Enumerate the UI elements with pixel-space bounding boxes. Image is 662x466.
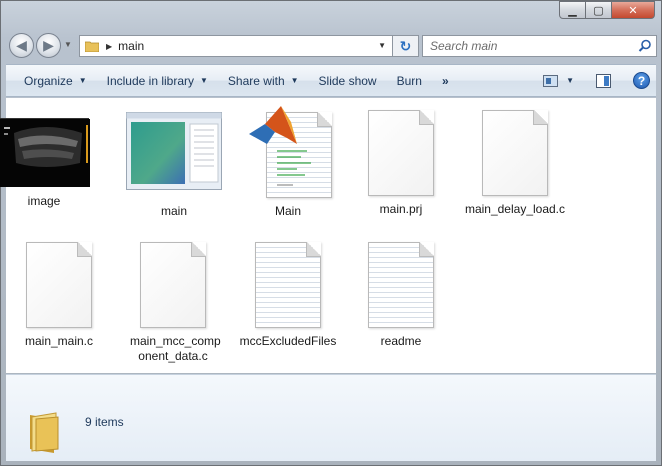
refresh-icon: ↻ [399, 37, 412, 54]
recent-pages-dropdown[interactable]: ▼ [64, 40, 72, 49]
more-commands-button[interactable]: » [432, 65, 458, 96]
share-with-label: Share with [227, 73, 285, 88]
command-bar-right: ▼ ? [543, 65, 650, 96]
file-item-main-main[interactable]: main_main.c [3, 242, 115, 349]
search-box[interactable] [422, 35, 657, 57]
refresh-button[interactable]: ↻ [393, 35, 419, 57]
file-name: main [160, 204, 187, 218]
burn-label: Burn [396, 73, 422, 88]
back-arrow-icon: ◀ [16, 37, 27, 53]
file-name: image [27, 194, 61, 208]
file-name: readme [380, 334, 422, 348]
include-in-library-menu[interactable]: Include in library ▼ [97, 65, 218, 96]
blank-document-icon [26, 242, 92, 328]
search-icon[interactable] [638, 39, 652, 53]
text-document-icon [255, 242, 321, 328]
share-with-menu[interactable]: Share with ▼ [218, 65, 309, 96]
back-button[interactable]: ◀ [9, 33, 34, 58]
chevron-down-icon: ▼ [290, 76, 299, 85]
organize-label: Organize [24, 73, 73, 88]
image-thumbnail-icon [0, 118, 90, 187]
file-name: mccExcludedFiles [239, 334, 337, 348]
file-item-mccexcludedfiles[interactable]: mccExcludedFiles [232, 242, 344, 349]
address-dropdown-icon[interactable]: ▼ [378, 41, 386, 50]
more-icon: » [441, 73, 449, 88]
include-in-library-label: Include in library [106, 73, 194, 88]
breadcrumb-separator-icon[interactable]: ▶ [106, 42, 112, 51]
preview-pane-icon[interactable] [596, 73, 611, 88]
blank-document-icon [140, 242, 206, 328]
file-name: main_main.c [24, 334, 94, 348]
matlab-file-thumbnail-icon [243, 104, 333, 198]
slide-show-button[interactable]: Slide show [309, 65, 387, 96]
help-icon[interactable]: ? [633, 72, 650, 89]
blank-document-icon [482, 110, 548, 196]
minimize-button[interactable]: ▁ [559, 1, 586, 19]
file-name: main_delay_load.c [464, 202, 566, 216]
file-item-image[interactable]: image [0, 118, 100, 209]
forward-arrow-icon: ▶ [43, 37, 54, 53]
file-name: main_mcc_comp onent_data.c [130, 334, 221, 363]
file-item-main-fig[interactable]: main [118, 112, 230, 219]
file-name: Main [274, 204, 301, 218]
close-button[interactable]: ✕ [611, 1, 655, 19]
file-item-readme[interactable]: readme [345, 242, 457, 349]
search-input[interactable] [430, 39, 630, 53]
file-item-main-m[interactable]: Main [232, 104, 344, 219]
slide-show-label: Slide show [318, 73, 377, 88]
blank-document-icon [368, 110, 434, 196]
organize-menu[interactable]: Organize ▼ [14, 65, 97, 96]
address-bar[interactable]: ▶ main ▼ [79, 35, 393, 57]
change-view-icon[interactable] [543, 74, 559, 87]
details-pane: 9 items [6, 374, 656, 461]
maximize-button[interactable]: ▢ [585, 1, 612, 19]
forward-button[interactable]: ▶ [36, 33, 61, 58]
text-document-icon [368, 242, 434, 328]
address-row: ◀ ▶ ▼ ▶ main ▼ ↻ [7, 32, 657, 62]
caption-buttons: ▁ ▢ ✕ [559, 1, 655, 21]
item-count: 9 items [85, 415, 124, 429]
folder-icon [30, 412, 59, 453]
breadcrumb-main[interactable]: main [118, 39, 144, 53]
explorer-window: ▁ ▢ ✕ ◀ ▶ ▼ ▶ main ▼ ↻ Search main Organ… [0, 0, 662, 466]
file-item-main-prj[interactable]: main.prj [345, 110, 457, 217]
command-bar: Organize ▼ Include in library ▼ Share with… [6, 64, 656, 97]
file-item-main-mcc-component-data[interactable]: main_mcc_comp onent_data.c [118, 242, 228, 364]
file-list: image main Main main.prj main_delay_load… [0, 98, 656, 373]
chevron-down-icon: ▼ [78, 76, 87, 85]
matlab-logo-icon [249, 106, 297, 144]
chevron-down-icon: ▼ [200, 76, 208, 85]
burn-button[interactable]: Burn [387, 65, 432, 96]
file-name: main.prj [379, 202, 423, 216]
ultrasound-image-icon [0, 119, 90, 187]
folder-icon [85, 41, 99, 52]
file-item-main-delay-load[interactable]: main_delay_load.c [459, 110, 571, 217]
view-options-dropdown-icon[interactable]: ▼ [566, 76, 574, 85]
figure-window-thumbnail-icon [126, 112, 222, 190]
